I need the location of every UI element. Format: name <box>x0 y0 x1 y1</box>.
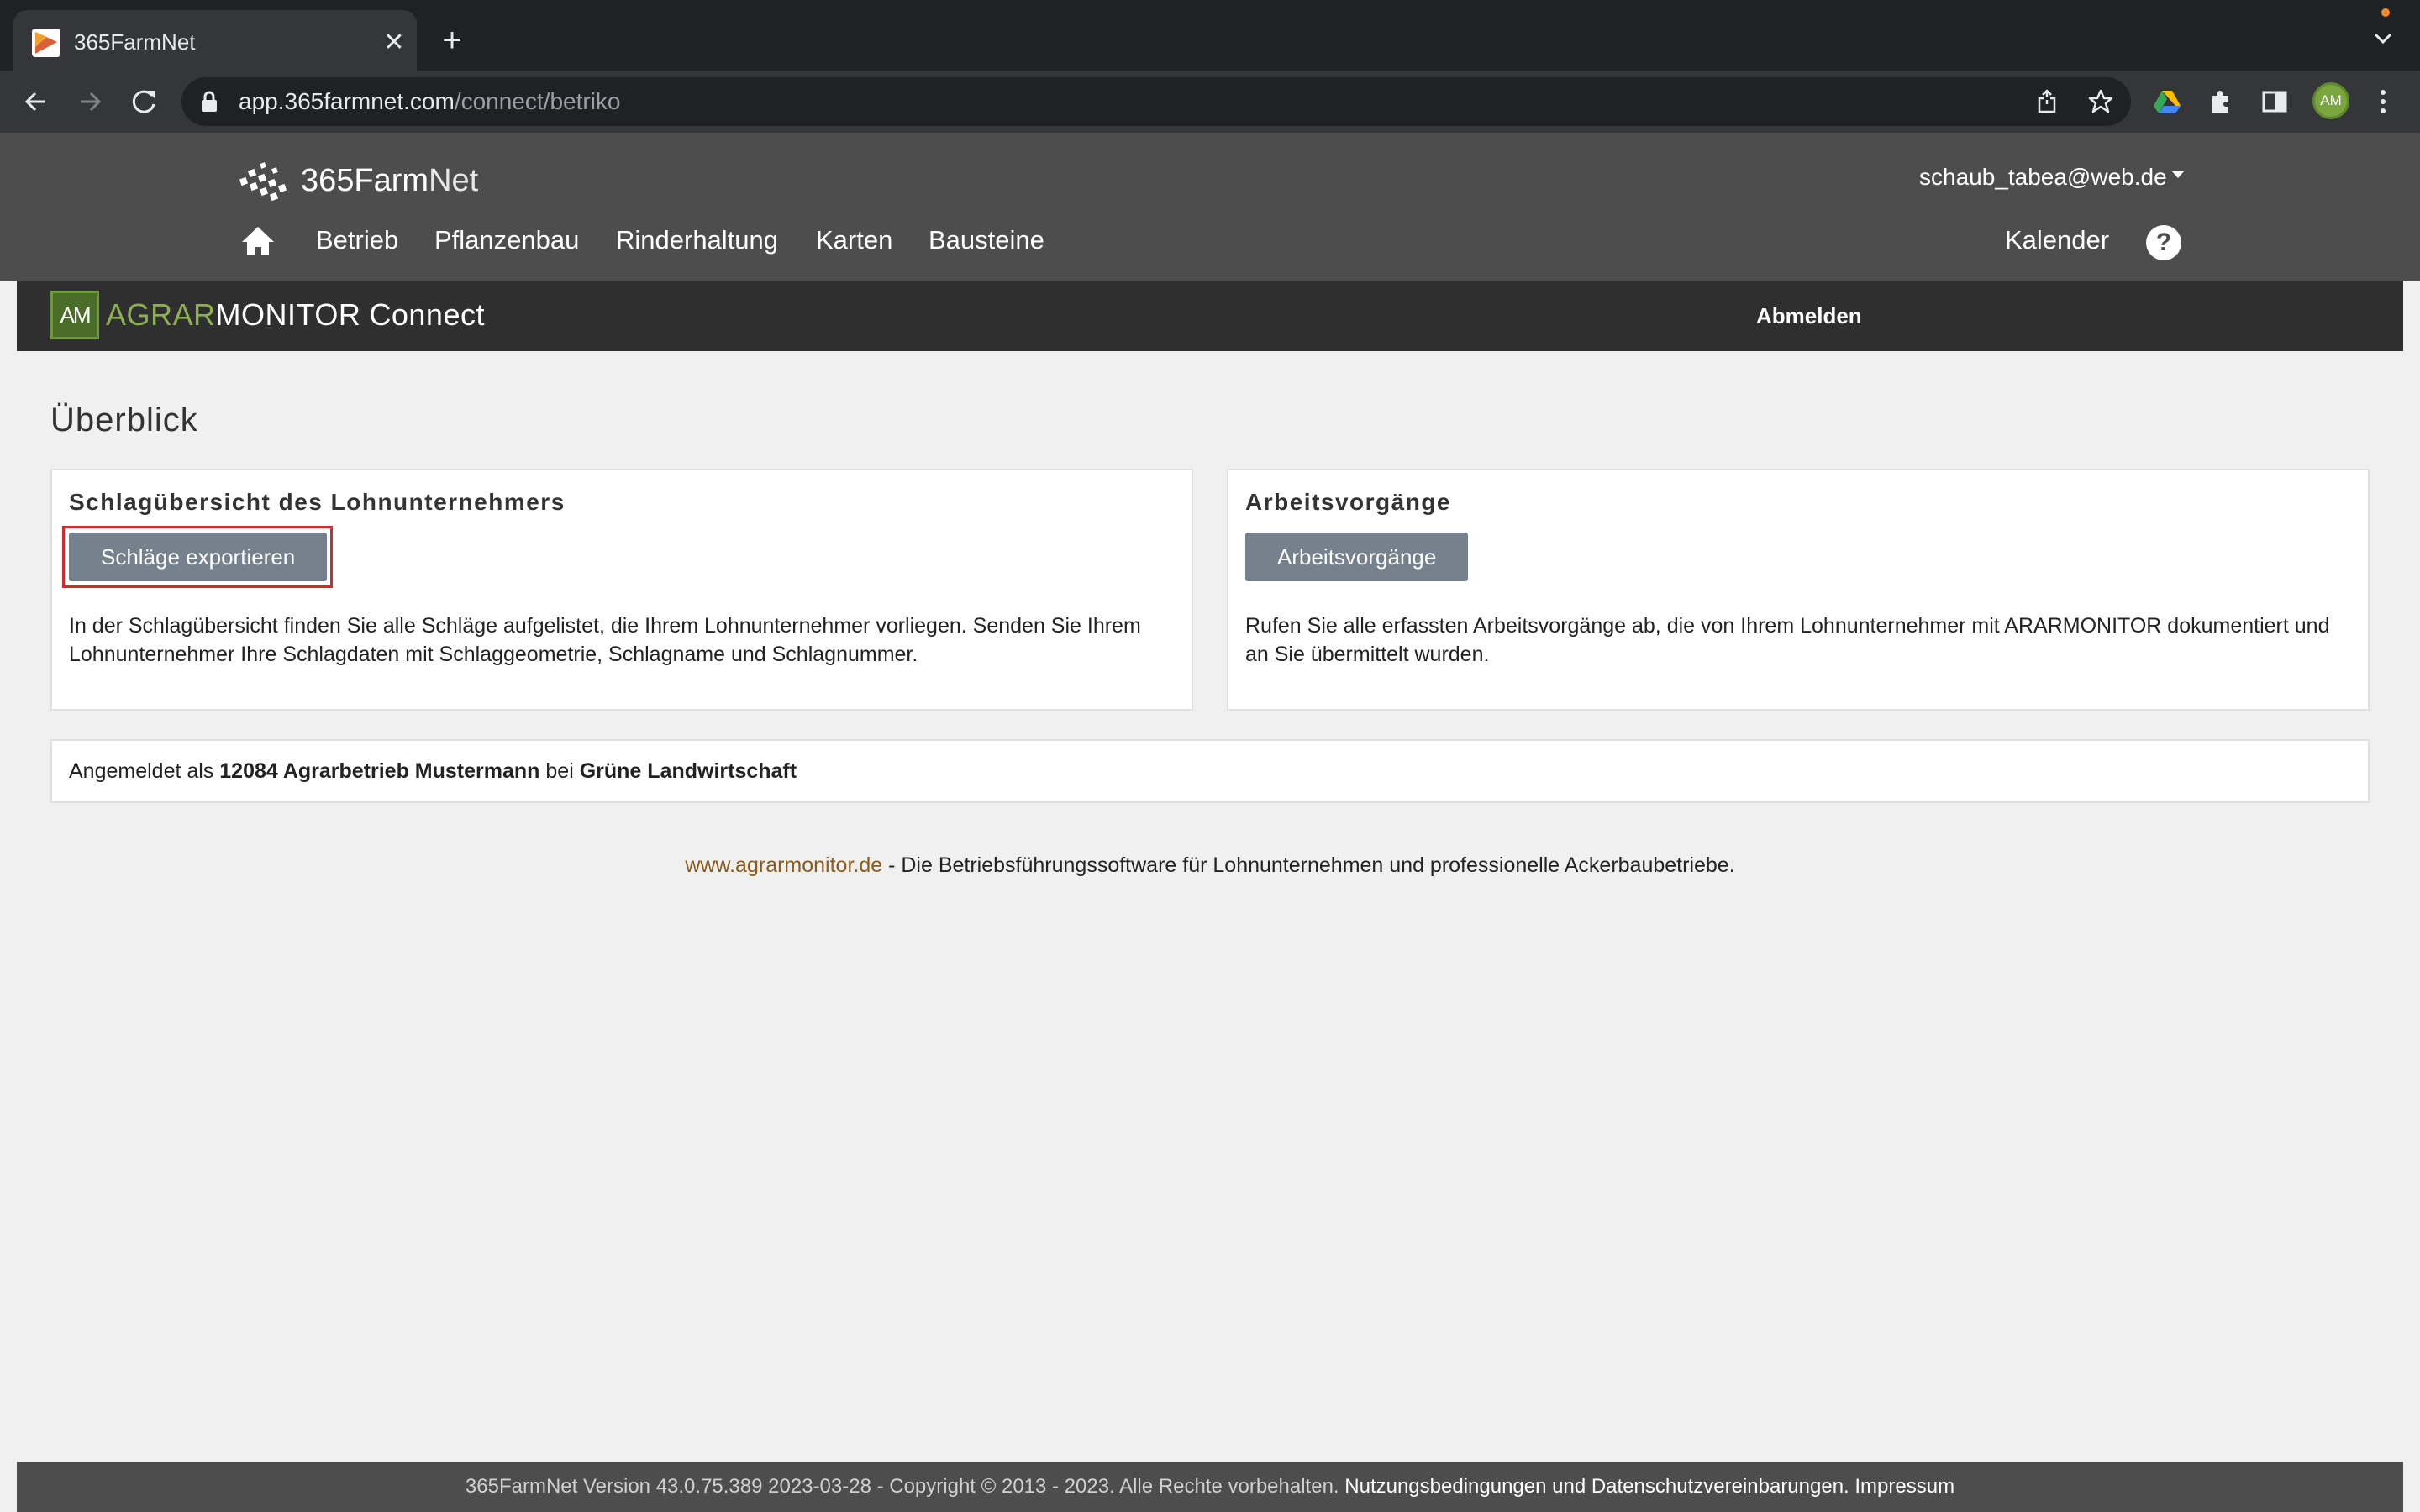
agrarmonitor-bar: AM AGRARMONITOR Connect Abmelden <box>17 281 2403 351</box>
extensions-puzzle-icon[interactable] <box>2207 87 2235 116</box>
panel-field-overview: Schlagübersicht des Lohnunternehmers Sch… <box>50 469 1193 711</box>
page-title: Überblick <box>50 402 198 438</box>
terms-link[interactable]: Nutzungsbedingungen und Datenschutzverei… <box>1344 1475 1849 1498</box>
new-tab-icon[interactable]: + <box>435 24 469 57</box>
site-footer: 365FarmNet Version 43.0.75.389 2023-03-2… <box>17 1462 2403 1512</box>
notification-dot <box>2381 8 2390 17</box>
agrarmonitor-link[interactable]: www.agrarmonitor.de <box>685 853 882 877</box>
panel-description: In der Schlagübersicht finden Sie alle S… <box>69 614 1141 666</box>
browser-menu-icon[interactable] <box>2373 87 2393 116</box>
url-text[interactable]: app.365farmnet.com/connect/betriko <box>239 77 620 126</box>
back-icon[interactable] <box>18 84 54 119</box>
panel-heading: Arbeitsvorgänge <box>1245 489 1451 515</box>
logout-link[interactable]: Abmelden <box>1756 281 1862 351</box>
panel-description: Rufen Sie alle erfassten Arbeitsvorgänge… <box>1245 614 2330 666</box>
export-fields-button[interactable]: Schläge exportieren <box>69 533 328 581</box>
logo-connect: Connect <box>369 297 485 332</box>
profile-avatar[interactable]: AM <box>2312 82 2349 119</box>
login-prefix: Angemeldet als <box>69 759 214 783</box>
lock-icon[interactable] <box>200 91 218 113</box>
user-menu[interactable]: schaub_tabea@web.de <box>1919 156 2184 198</box>
caret-down-icon <box>2171 171 2184 178</box>
browser-toolbar: app.365farmnet.com/connect/betriko AM <box>0 71 2420 133</box>
share-icon[interactable] <box>2033 88 2060 115</box>
home-icon[interactable] <box>240 225 276 257</box>
app-content: AM AGRARMONITOR Connect Abmelden Überblic… <box>17 281 2403 1462</box>
agrarmonitor-logo-text: AGRARMONITOR Connect <box>106 292 485 338</box>
user-email: schaub_tabea@web.de <box>1919 164 2167 190</box>
forward-icon[interactable] <box>72 84 108 119</box>
browser-tabbar: 365FarmNet ✕ + <box>0 0 2420 71</box>
login-status: Angemeldet als 12084 Agrarbetrieb Muster… <box>50 739 2370 803</box>
farmnet-favicon-icon <box>32 29 60 57</box>
side-panel-icon[interactable] <box>2260 87 2289 116</box>
logo-number: 365 <box>301 163 355 198</box>
login-middle: bei <box>545 759 574 783</box>
agrarmonitor-logo-icon: AM <box>50 291 99 339</box>
imprint-link[interactable]: Impressum <box>1854 1475 1954 1498</box>
farmnet-header: 365FarmNet schaub_tabea@web.de Betrieb P… <box>0 133 2420 281</box>
work-processes-button[interactable]: Arbeitsvorgänge <box>1245 533 1469 581</box>
farmnet-logo-grid-icon <box>239 162 287 202</box>
logo-monitor: MONITOR <box>215 297 361 332</box>
logo-net: Net <box>429 163 479 198</box>
address-bar[interactable]: app.365farmnet.com/connect/betriko <box>182 77 2131 126</box>
agrarmonitor-footer-note: www.agrarmonitor.de - Die Betriebsführun… <box>17 848 2403 882</box>
nav-rinderhaltung[interactable]: Rinderhaltung <box>616 217 778 264</box>
nav-kalender[interactable]: Kalender <box>2005 217 2109 264</box>
panel-work-processes: Arbeitsvorgänge Arbeitsvorgänge Rufen Si… <box>1227 469 2370 711</box>
nav-bausteine[interactable]: Bausteine <box>929 217 1044 264</box>
farmnet-logo-text: 365FarmNet <box>301 160 478 202</box>
tab-close-icon[interactable]: ✕ <box>380 29 408 57</box>
url-path: /connect/betriko <box>454 88 621 114</box>
tab-list-chevron-icon[interactable] <box>2368 24 2398 54</box>
tab-title: 365FarmNet <box>74 29 196 55</box>
bookmark-star-icon[interactable] <box>2087 88 2114 115</box>
url-domain: app.365farmnet.com <box>239 88 455 114</box>
browser-tab[interactable]: 365FarmNet ✕ <box>13 10 417 71</box>
help-icon[interactable]: ? <box>2146 225 2181 260</box>
nav-karten[interactable]: Karten <box>816 217 892 264</box>
login-account: 12084 Agrarbetrieb Mustermann <box>219 759 540 783</box>
google-drive-icon[interactable] <box>2153 87 2181 116</box>
nav-betrieb[interactable]: Betrieb <box>316 217 398 264</box>
logo-agrar: AGRAR <box>106 297 216 332</box>
footer-version: 365FarmNet Version 43.0.75.389 2023-03-2… <box>465 1475 1339 1498</box>
reload-icon[interactable] <box>126 84 161 119</box>
logo-farm: Farm <box>354 163 429 198</box>
nav-pflanzenbau[interactable]: Pflanzenbau <box>434 217 579 264</box>
panel-heading: Schlagübersicht des Lohnunternehmers <box>69 489 566 515</box>
login-company: Grüne Landwirtschaft <box>579 759 797 783</box>
footer-note-text: - Die Betriebsführungssoftware für Lohnu… <box>882 853 1735 877</box>
